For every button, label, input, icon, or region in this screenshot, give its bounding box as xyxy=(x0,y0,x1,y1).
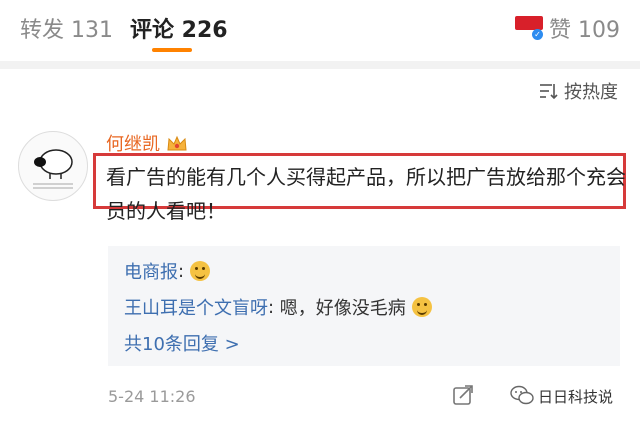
comment-date: 5-24 11:26 xyxy=(108,387,196,406)
active-tab-indicator xyxy=(152,48,192,52)
tab-like-label: 赞 109 xyxy=(549,18,620,43)
tab-like[interactable]: ✓ 赞 109 xyxy=(515,12,620,44)
watermark: 日日科技说 xyxy=(538,388,614,406)
sort-label: 按热度 xyxy=(564,82,618,103)
reply-colon: : xyxy=(178,260,185,282)
comment-text: 看广告的能有几个人买得起产品，所以把广告放给那个充会员的人看吧！ xyxy=(106,165,626,223)
wechat-icon xyxy=(510,385,534,405)
reply-preview[interactable]: 电商报 : 王山耳是个文盲呀 : 嗯，好像没毛病 共10条回复 > xyxy=(108,246,620,366)
reply-user[interactable]: 电商报 xyxy=(124,258,178,284)
sort-button[interactable]: 按热度 xyxy=(538,78,618,104)
tab-repost[interactable]: 转发 131 xyxy=(20,12,113,44)
reply-item: 王山耳是个文盲呀 : 嗯，好像没毛病 xyxy=(124,294,432,320)
laugh-emoji-icon xyxy=(190,261,211,281)
brand-badge-icon: ✓ xyxy=(515,14,543,42)
tab-bar: 转发 131 评论 226 ✓ 赞 109 xyxy=(0,0,640,56)
reply-item: 电商报 : xyxy=(124,258,211,284)
crown-icon xyxy=(167,135,187,151)
section-divider xyxy=(0,61,640,69)
sheep-icon xyxy=(33,149,73,189)
reply-colon: : xyxy=(268,296,280,318)
more-replies-link[interactable]: 共10条回复 > xyxy=(124,330,240,356)
sort-icon xyxy=(540,84,558,100)
share-icon[interactable] xyxy=(452,384,474,406)
tab-comment[interactable]: 评论 226 xyxy=(130,12,228,44)
thinking-emoji-icon xyxy=(411,297,432,317)
reply-text: 嗯，好像没毛病 xyxy=(279,298,406,319)
reply-user[interactable]: 王山耳是个文盲呀 xyxy=(124,294,268,320)
avatar[interactable] xyxy=(18,131,88,201)
